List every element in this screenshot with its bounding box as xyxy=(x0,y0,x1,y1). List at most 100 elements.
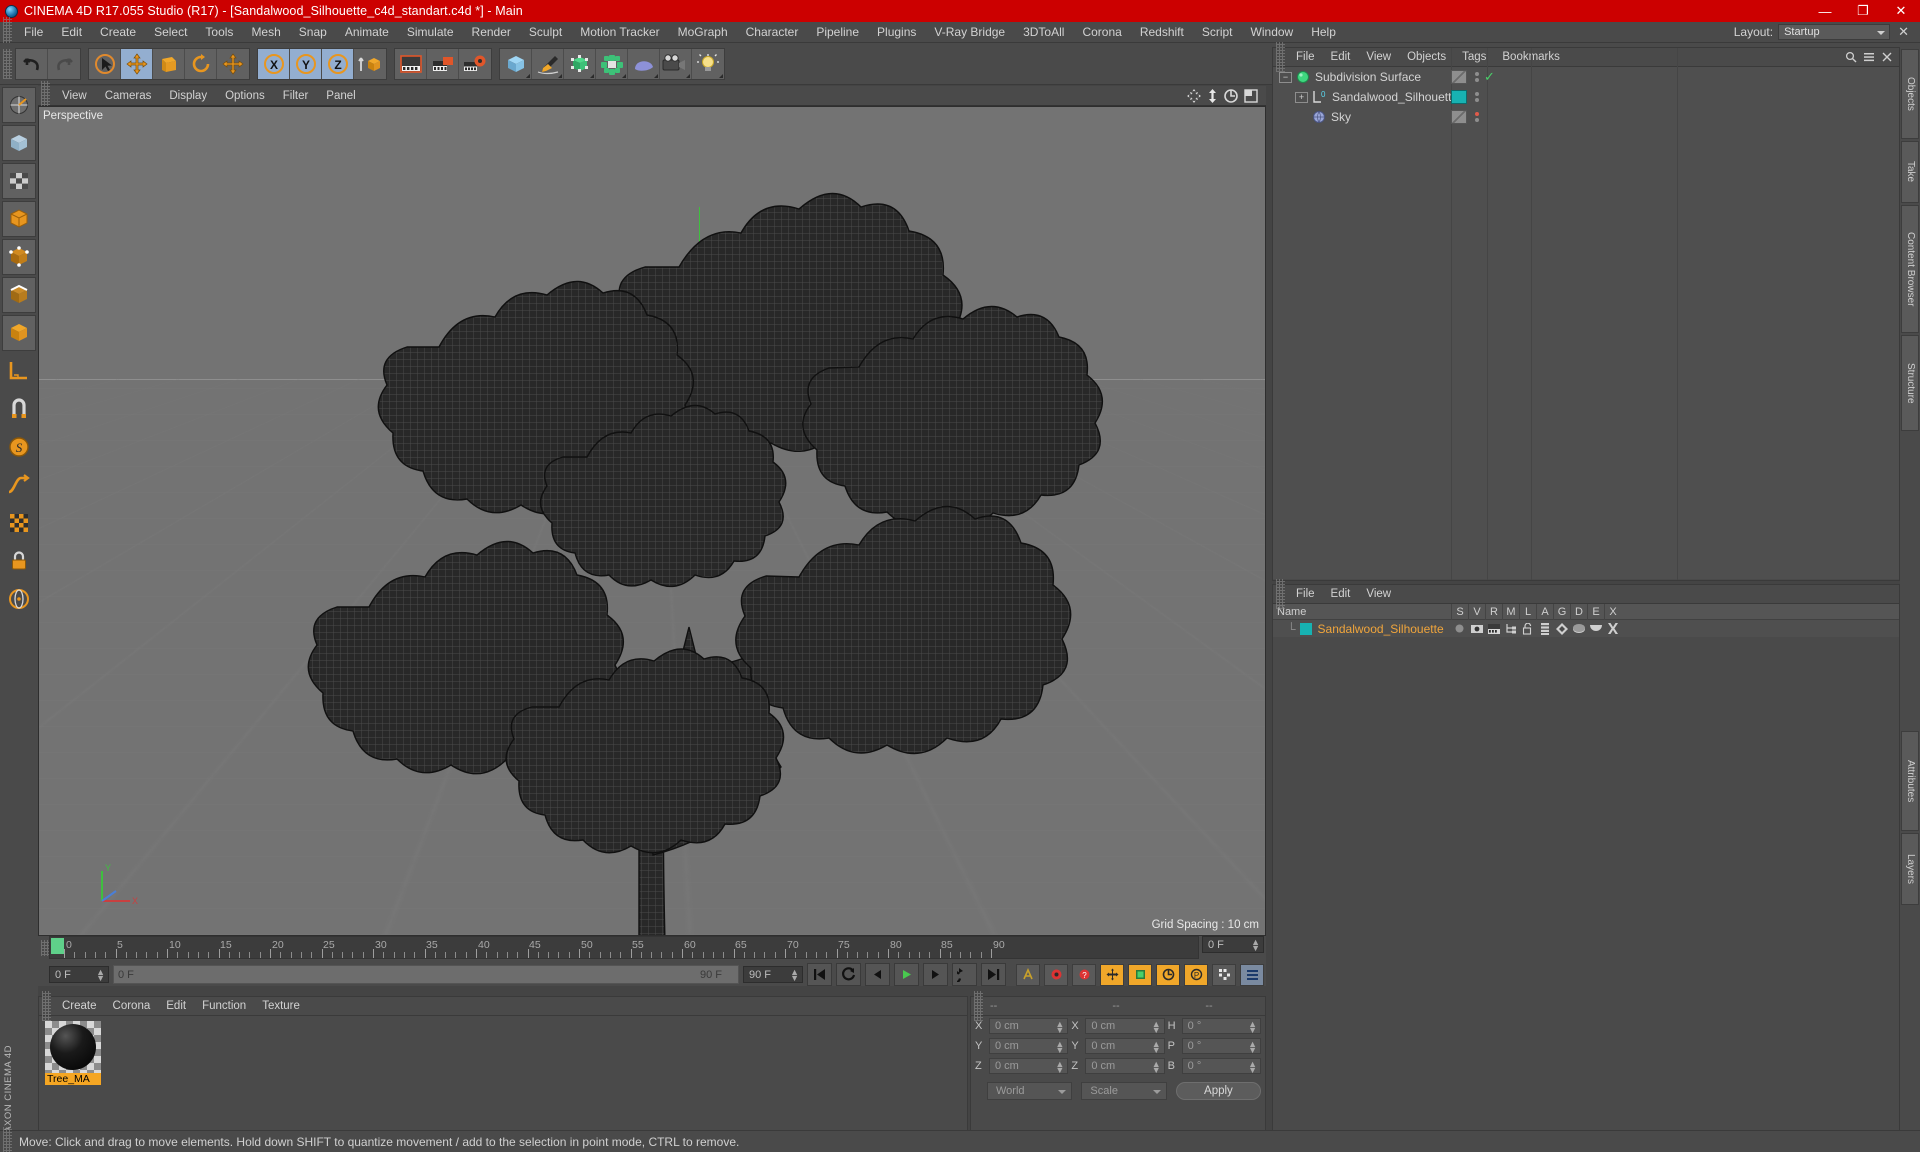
menu-file[interactable]: File xyxy=(15,22,52,42)
maximize-view-icon[interactable] xyxy=(1244,88,1258,103)
display-tag[interactable] xyxy=(1451,70,1467,84)
object-row-sandalwood-silhouette[interactable]: + 0 Sandalwood_Silhouette xyxy=(1273,87,1899,107)
live-selection-icon[interactable] xyxy=(89,48,121,79)
spinner-icon[interactable]: ▲ ▼ xyxy=(1248,1040,1257,1055)
col-deformer[interactable]: D xyxy=(1570,603,1587,620)
coord-system-dropdown[interactable]: World xyxy=(987,1082,1073,1100)
spinner-icon[interactable]: ▲ ▼ xyxy=(790,968,799,983)
panel-close-icon[interactable] xyxy=(1881,51,1893,63)
undo-icon[interactable] xyxy=(16,48,48,79)
enabled-check-icon[interactable]: ✓ xyxy=(1484,69,1495,85)
object-row-sky[interactable]: Sky xyxy=(1273,107,1899,127)
attribute-grip-icon[interactable] xyxy=(1276,579,1285,609)
col-solo[interactable]: S xyxy=(1451,603,1468,620)
scale-tool-icon[interactable] xyxy=(153,48,185,79)
perspective-viewport[interactable]: Perspective Y X Grid Spacing: 10 cm xyxy=(38,106,1266,936)
play-forward-icon[interactable] xyxy=(894,963,919,986)
material-menu-corona[interactable]: Corona xyxy=(105,998,159,1014)
layout-dropdown[interactable]: Startup xyxy=(1778,24,1891,40)
move-tool-icon[interactable] xyxy=(121,48,153,79)
viewport-menu-view[interactable]: View xyxy=(53,88,96,104)
move-axis-icon[interactable] xyxy=(217,49,249,79)
frame-start-field[interactable]: 0 F ▲ ▼ xyxy=(49,966,109,983)
go-to-start-icon[interactable] xyxy=(807,963,832,986)
close-button[interactable]: ✕ xyxy=(1882,0,1920,22)
minimize-button[interactable]: — xyxy=(1806,0,1844,22)
zoom-view-icon[interactable] xyxy=(1207,88,1218,103)
playhead[interactable] xyxy=(51,938,64,954)
object-name[interactable]: Sky xyxy=(1331,110,1351,124)
object-name[interactable]: Sandalwood_Silhouette xyxy=(1332,90,1458,104)
light-icon[interactable] xyxy=(692,49,724,79)
spinner-icon[interactable]: ▲ ▼ xyxy=(1152,1020,1161,1035)
spinner-icon[interactable]: ▲ ▼ xyxy=(1248,1020,1257,1035)
objman-menu-file[interactable]: File xyxy=(1288,49,1323,65)
col-expression[interactable]: E xyxy=(1587,603,1604,620)
go-to-end-icon[interactable] xyxy=(981,963,1006,986)
axis-z-icon[interactable]: Z xyxy=(322,48,354,79)
expander-icon[interactable]: + xyxy=(1295,91,1308,103)
viewport-menu-options[interactable]: Options xyxy=(216,88,274,104)
size-z-field[interactable]: 0 cm ▲ ▼ xyxy=(1085,1058,1165,1075)
axis-x-icon[interactable]: X xyxy=(258,48,290,79)
pos-z-field[interactable]: 0 cm ▲ ▼ xyxy=(989,1058,1069,1075)
menu-sculpt[interactable]: Sculpt xyxy=(520,22,571,42)
col-generator[interactable]: G xyxy=(1553,603,1570,620)
generator-icon[interactable] xyxy=(564,48,596,79)
viewport-menu-cameras[interactable]: Cameras xyxy=(96,88,161,104)
point-mode-icon[interactable] xyxy=(2,239,36,275)
menu-simulate[interactable]: Simulate xyxy=(398,22,463,42)
spinner-icon[interactable]: ▲ ▼ xyxy=(1248,1060,1257,1075)
attr-menu-view[interactable]: View xyxy=(1358,586,1399,602)
tab-structure[interactable]: Structure xyxy=(1901,335,1919,431)
animation-icon[interactable] xyxy=(1536,622,1553,635)
rot-p-field[interactable]: 0 ° ▲ ▼ xyxy=(1181,1038,1261,1055)
spinner-icon[interactable]: ▲ ▼ xyxy=(1055,1040,1064,1055)
pan-view-icon[interactable] xyxy=(1187,88,1201,103)
tab-take[interactable]: Take xyxy=(1901,141,1919,203)
menu-tools[interactable]: Tools xyxy=(196,22,242,42)
expander-icon[interactable]: − xyxy=(1279,71,1292,83)
xref-icon[interactable] xyxy=(1604,623,1621,634)
layer-name[interactable]: Sandalwood_Silhouette xyxy=(1318,622,1444,636)
spinner-icon[interactable]: ▲ ▼ xyxy=(1055,1060,1064,1075)
coordinates-grip-icon[interactable] xyxy=(974,991,983,1021)
timeline-scrubber[interactable]: 0 F 90 F xyxy=(113,965,739,984)
unlock-icon[interactable] xyxy=(1519,622,1536,635)
snap-icon[interactable]: S xyxy=(2,429,36,465)
menu-edit[interactable]: Edit xyxy=(52,22,91,42)
menu-snap[interactable]: Snap xyxy=(290,22,336,42)
cube-primitive-icon[interactable] xyxy=(500,48,532,79)
menu-mograph[interactable]: MoGraph xyxy=(669,22,737,42)
camera-icon[interactable] xyxy=(660,48,692,79)
size-x-field[interactable]: 0 cm ▲ ▼ xyxy=(1085,1018,1165,1035)
material-menu-edit[interactable]: Edit xyxy=(158,998,194,1014)
objman-menu-view[interactable]: View xyxy=(1358,49,1399,65)
model-mode-icon[interactable] xyxy=(2,315,36,351)
tab-attributes[interactable]: Attributes xyxy=(1901,731,1919,831)
redo-icon[interactable] xyxy=(48,49,80,79)
toolbar-grip-icon[interactable] xyxy=(3,48,12,79)
object-row-subdivision-surface[interactable]: − Subdivision Surface ✓ xyxy=(1273,67,1899,87)
menu-motion-tracker[interactable]: Motion Tracker xyxy=(571,22,668,42)
render-region-icon[interactable] xyxy=(427,48,459,79)
point-level-animation-icon[interactable] xyxy=(1212,963,1236,986)
material-name[interactable]: Tree_MA xyxy=(45,1073,101,1085)
rot-h-field[interactable]: 0 ° ▲ ▼ xyxy=(1181,1018,1261,1035)
polygon-mode-icon[interactable] xyxy=(2,201,36,237)
size-mode-dropdown[interactable]: Scale xyxy=(1081,1082,1167,1100)
material-list[interactable]: Tree_MA xyxy=(39,1016,967,1090)
col-view[interactable]: V xyxy=(1468,603,1485,620)
lock-icon[interactable] xyxy=(2,543,36,579)
deformer-icon[interactable] xyxy=(1570,623,1587,635)
menu-pipeline[interactable]: Pipeline xyxy=(807,22,868,42)
spinner-icon[interactable]: ▲ ▼ xyxy=(1251,938,1260,953)
menu-script[interactable]: Script xyxy=(1193,22,1242,42)
spline-pen-icon[interactable] xyxy=(532,48,564,79)
menu-3dtoall[interactable]: 3DToAll xyxy=(1014,22,1073,42)
col-lock[interactable]: L xyxy=(1519,603,1536,620)
objman-menu-edit[interactable]: Edit xyxy=(1323,49,1359,65)
menu-render[interactable]: Render xyxy=(463,22,520,42)
attr-menu-edit[interactable]: Edit xyxy=(1323,586,1359,602)
edge-mode-icon[interactable] xyxy=(2,277,36,313)
